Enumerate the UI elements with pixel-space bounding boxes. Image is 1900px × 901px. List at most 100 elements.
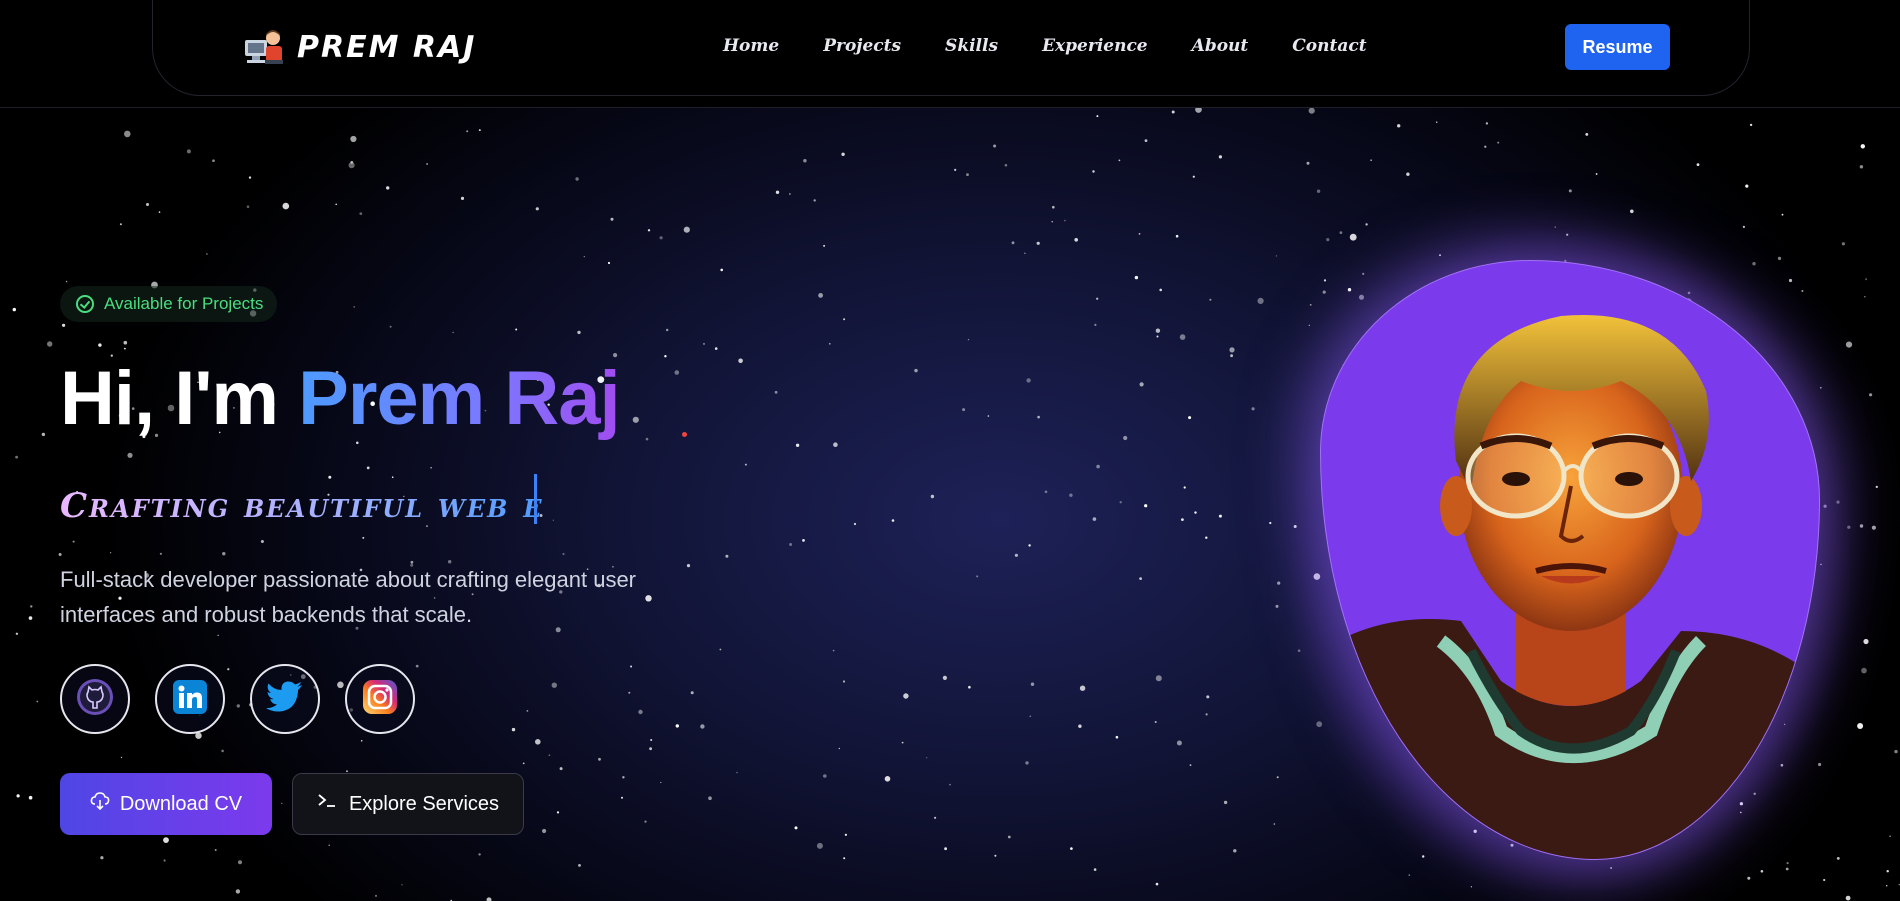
star [700,724,705,729]
social-links [60,664,415,734]
star [994,854,997,857]
star [1229,347,1235,353]
star [1218,514,1222,518]
download-cv-button[interactable]: Download CV [60,773,272,835]
nav-links: Home Projects Skills Experience About Co… [723,36,1367,56]
star [1397,124,1401,128]
nav-link-skills[interactable]: Skills [945,36,998,56]
star [659,236,663,240]
star [1859,165,1864,169]
star [1014,553,1019,557]
star [832,649,835,652]
star [794,826,798,830]
cloud-download-icon [90,791,110,817]
star [1069,493,1073,497]
star [660,781,662,784]
star [1096,115,1099,118]
availability-label: Available for Projects [104,294,264,313]
star [1251,407,1255,411]
star [1179,334,1186,340]
star [1051,221,1053,223]
star [515,328,518,331]
star [246,205,250,208]
star [987,415,990,417]
star [954,168,957,171]
star [828,342,831,345]
star [1044,490,1048,494]
star [1156,335,1159,338]
star [552,519,554,521]
star [1159,288,1162,292]
brand[interactable]: PREM RAJ [243,26,476,68]
star [159,552,162,555]
star [1139,577,1142,580]
star [350,135,357,143]
star [1205,713,1208,716]
star [1223,800,1228,805]
star [853,522,857,526]
star [335,203,338,206]
twitter-link[interactable] [250,664,320,734]
star [391,476,394,479]
star [683,226,690,233]
star [1025,761,1029,765]
star [1029,715,1032,718]
star [583,256,585,258]
instagram-icon [362,679,398,720]
star [158,211,161,213]
star [966,173,969,177]
nav-link-home[interactable]: Home [723,36,779,56]
star [962,408,966,412]
nav-link-contact[interactable]: Contact [1292,36,1366,56]
star [1273,823,1276,825]
star [1269,521,1272,525]
star [1139,382,1144,387]
star [1277,581,1281,585]
star [1316,189,1321,193]
star [1871,525,1876,530]
star [486,897,492,901]
star [736,771,738,774]
star [934,816,937,819]
star [98,343,102,347]
star [789,193,791,195]
hero-name: Prem Raj [298,356,620,441]
star [622,776,625,779]
star [1155,675,1162,682]
star [577,330,581,335]
star [967,338,970,341]
star [1093,868,1097,871]
star [28,616,33,620]
star [823,244,826,247]
resume-button[interactable]: Resume [1565,24,1670,70]
star [1096,464,1100,469]
star [843,318,846,321]
star [1863,638,1869,645]
star [1004,163,1008,167]
star [1275,255,1278,257]
instagram-link[interactable] [345,664,415,734]
star [1218,155,1222,159]
star [386,186,390,190]
star [1024,252,1026,255]
star [120,756,123,759]
star [350,160,354,164]
star [1052,205,1055,209]
nav-link-projects[interactable]: Projects [823,36,901,56]
star [124,130,131,138]
star [666,328,669,332]
star [1233,849,1237,853]
star [891,519,895,522]
nav-link-about[interactable]: About [1192,36,1249,56]
star [610,217,614,221]
star [630,665,633,668]
nav-link-experience[interactable]: Experience [1042,36,1148,56]
twitter-icon [266,680,304,719]
star [813,199,816,202]
star [774,390,778,394]
star [1176,740,1182,746]
typing-cursor [534,474,537,524]
explore-services-button[interactable]: Explore Services [292,773,524,835]
linkedin-link[interactable] [155,664,225,734]
github-link[interactable] [60,664,130,734]
